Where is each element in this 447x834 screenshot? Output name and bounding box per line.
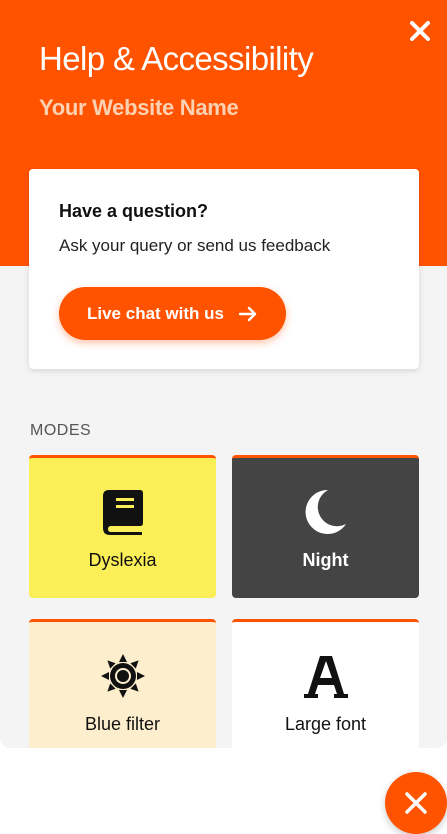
live-chat-button[interactable]: Live chat with us <box>59 287 286 340</box>
mode-night[interactable]: Night <box>232 455 419 598</box>
mode-dyslexia-label: Dyslexia <box>88 550 157 570</box>
question-card-text: Ask your query or send us feedback <box>59 236 331 255</box>
header-close-button[interactable] <box>407 18 433 44</box>
accessibility-panel: Help & Accessibility Your Website Name H… <box>0 0 447 748</box>
close-icon <box>410 21 430 41</box>
mode-large-font-label: Large font <box>284 714 367 734</box>
mode-blue-filter[interactable]: Blue filter <box>29 619 216 748</box>
large-font-icon <box>303 656 348 698</box>
question-card-title: Have a question? <box>59 201 209 221</box>
mode-blue-filter-label: Blue filter <box>84 714 161 734</box>
moon-icon <box>305 489 346 534</box>
question-card: Have a question? Ask your query or send … <box>29 169 419 369</box>
live-chat-button-label: Live chat with us <box>87 303 224 323</box>
arrow-right-icon <box>238 306 257 321</box>
close-widget-button[interactable] <box>385 772 447 834</box>
mode-dyslexia[interactable]: Dyslexia <box>29 455 216 598</box>
book-icon <box>102 490 143 535</box>
modes-section-label: MODES <box>30 422 92 439</box>
website-name: Your Website Name <box>39 95 239 120</box>
panel-title: Help & Accessibility <box>39 40 314 77</box>
mode-night-label: Night <box>302 550 349 570</box>
close-icon <box>405 792 427 814</box>
sun-icon <box>100 654 145 698</box>
mode-large-font[interactable]: Large font <box>232 619 419 748</box>
